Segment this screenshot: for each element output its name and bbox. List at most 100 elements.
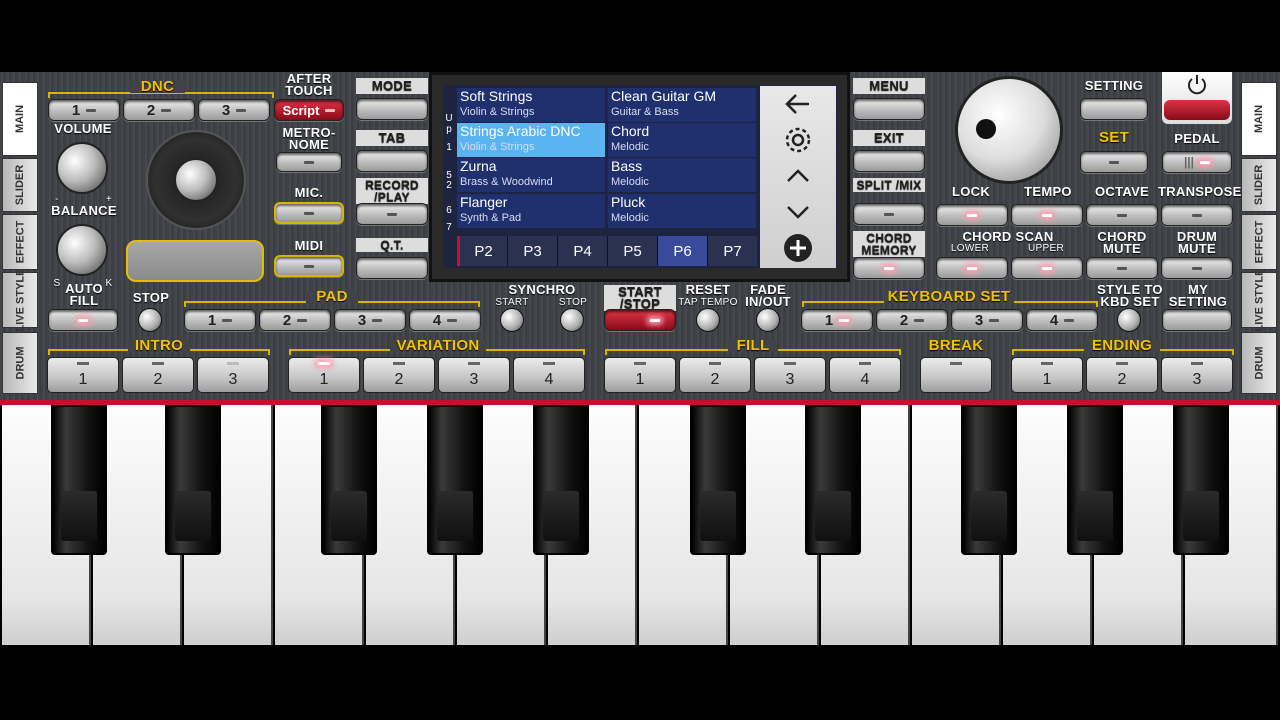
- ending-button-2[interactable]: 2: [1086, 357, 1158, 393]
- back-arrow-icon[interactable]: [770, 88, 826, 120]
- volume-knob[interactable]: [56, 142, 108, 194]
- variation-button-1[interactable]: 1: [288, 357, 360, 393]
- style-to-kbd-knob[interactable]: [1117, 308, 1141, 332]
- power-button[interactable]: [1162, 72, 1232, 124]
- side-tab-drum-right[interactable]: DRUM: [1241, 332, 1277, 394]
- script-button[interactable]: Script: [274, 99, 344, 121]
- qt-button[interactable]: [356, 257, 428, 279]
- break-button[interactable]: [920, 357, 992, 393]
- page-tab-p2[interactable]: P2: [457, 236, 507, 266]
- side-tab-live-style-right[interactable]: LIVE STYLE: [1241, 269, 1277, 331]
- intro-button-1[interactable]: 1: [47, 357, 119, 393]
- intro-button-3[interactable]: 3: [197, 357, 269, 393]
- sound-item[interactable]: Zurna Brass & Woodwind: [457, 158, 605, 192]
- sound-item[interactable]: Soft Strings Violin & Strings: [457, 88, 605, 122]
- side-tab-effect-right[interactable]: EFFECT: [1241, 214, 1277, 270]
- joystick-knob[interactable]: [174, 158, 218, 202]
- side-tab-main-left[interactable]: MAIN: [2, 82, 38, 156]
- midi-button[interactable]: [274, 255, 344, 277]
- tempo-dial[interactable]: [955, 76, 1063, 184]
- black-key[interactable]: [690, 405, 746, 555]
- page-tab-p6[interactable]: P6: [657, 236, 707, 266]
- black-key[interactable]: [165, 405, 221, 555]
- black-key[interactable]: [533, 405, 589, 555]
- mic-button[interactable]: [274, 202, 344, 224]
- side-tab-live-style-left[interactable]: LIVE STYLE: [2, 269, 38, 331]
- pedal-button[interactable]: |||: [1162, 151, 1232, 173]
- mode-button[interactable]: [356, 98, 428, 120]
- record-play-button[interactable]: [356, 203, 428, 225]
- side-tab-effect-left[interactable]: EFFECT: [2, 214, 38, 270]
- gear-icon[interactable]: [770, 124, 826, 156]
- tab-button[interactable]: [356, 150, 428, 172]
- chord-memory-button[interactable]: [853, 257, 925, 279]
- keyboard-set-button-2[interactable]: 2: [876, 309, 948, 331]
- pitch-pad[interactable]: [126, 240, 264, 282]
- synchro-stop-knob[interactable]: [560, 308, 584, 332]
- start-stop-button[interactable]: [604, 309, 676, 331]
- chevron-up-icon[interactable]: [770, 160, 826, 192]
- set-button[interactable]: [1080, 151, 1148, 173]
- chord-mute-button[interactable]: [1086, 257, 1158, 279]
- menu-button[interactable]: [853, 98, 925, 120]
- ending-button-3[interactable]: 3: [1161, 357, 1233, 393]
- joystick[interactable]: [146, 130, 246, 230]
- sound-item[interactable]: Chord Melodic: [608, 123, 756, 157]
- balance-knob[interactable]: [56, 224, 108, 276]
- fill-button-1[interactable]: 1: [604, 357, 676, 393]
- dnc-button-3[interactable]: 3: [198, 99, 270, 121]
- pad-stop-knob[interactable]: [138, 308, 162, 332]
- variation-button-3[interactable]: 3: [438, 357, 510, 393]
- black-key[interactable]: [427, 405, 483, 555]
- black-key[interactable]: [321, 405, 377, 555]
- side-tab-slider-left[interactable]: SLIDER: [2, 158, 38, 212]
- drum-mute-button[interactable]: [1161, 257, 1233, 279]
- exit-button[interactable]: [853, 150, 925, 172]
- split-mix-button[interactable]: [853, 203, 925, 225]
- chord-scan-upper-button[interactable]: [1011, 257, 1083, 279]
- setting-button[interactable]: [1080, 98, 1148, 120]
- ending-button-1[interactable]: 1: [1011, 357, 1083, 393]
- black-key[interactable]: [961, 405, 1017, 555]
- fill-button-3[interactable]: 3: [754, 357, 826, 393]
- keyboard-set-button-4[interactable]: 4: [1026, 309, 1098, 331]
- sound-item[interactable]: Pluck Melodic: [608, 194, 756, 228]
- tempo-button[interactable]: [1011, 204, 1083, 226]
- reset-knob[interactable]: [696, 308, 720, 332]
- pad-button-3[interactable]: 3: [334, 309, 406, 331]
- page-tab-p5[interactable]: P5: [607, 236, 657, 266]
- page-tab-p4[interactable]: P4: [557, 236, 607, 266]
- pad-button-1[interactable]: 1: [184, 309, 256, 331]
- sound-item-selected[interactable]: Strings Arabic DNC Violin & Strings: [457, 123, 605, 157]
- black-key[interactable]: [1173, 405, 1229, 555]
- lock-button[interactable]: [936, 204, 1008, 226]
- side-tab-main-right[interactable]: MAIN: [1241, 82, 1277, 156]
- transpose-button[interactable]: [1161, 204, 1233, 226]
- fill-button-4[interactable]: 4: [829, 357, 901, 393]
- page-tab-p7[interactable]: P7: [707, 236, 757, 266]
- black-key[interactable]: [805, 405, 861, 555]
- keyboard-set-button-3[interactable]: 3: [951, 309, 1023, 331]
- intro-button-2[interactable]: 2: [122, 357, 194, 393]
- keyboard-set-button-1[interactable]: 1: [801, 309, 873, 331]
- dnc-button-1[interactable]: 1: [48, 99, 120, 121]
- sound-item[interactable]: Bass Melodic: [608, 158, 756, 192]
- variation-button-2[interactable]: 2: [363, 357, 435, 393]
- my-setting-button[interactable]: [1162, 309, 1232, 331]
- octave-button[interactable]: [1086, 204, 1158, 226]
- variation-button-4[interactable]: 4: [513, 357, 585, 393]
- black-key[interactable]: [1067, 405, 1123, 555]
- fade-knob[interactable]: [756, 308, 780, 332]
- sound-item[interactable]: Flanger Synth & Pad: [457, 194, 605, 228]
- plus-circle-icon[interactable]: [770, 232, 826, 264]
- synchro-start-knob[interactable]: [500, 308, 524, 332]
- pad-button-4[interactable]: 4: [409, 309, 481, 331]
- side-tab-drum-left[interactable]: DRUM: [2, 332, 38, 394]
- dnc-button-2[interactable]: 2: [123, 99, 195, 121]
- side-tab-slider-right[interactable]: SLIDER: [1241, 158, 1277, 212]
- pad-button-2[interactable]: 2: [259, 309, 331, 331]
- chevron-down-icon[interactable]: [770, 196, 826, 228]
- metronome-button[interactable]: [276, 152, 342, 172]
- sound-item[interactable]: Clean Guitar GM Guitar & Bass: [608, 88, 756, 122]
- fill-button-2[interactable]: 2: [679, 357, 751, 393]
